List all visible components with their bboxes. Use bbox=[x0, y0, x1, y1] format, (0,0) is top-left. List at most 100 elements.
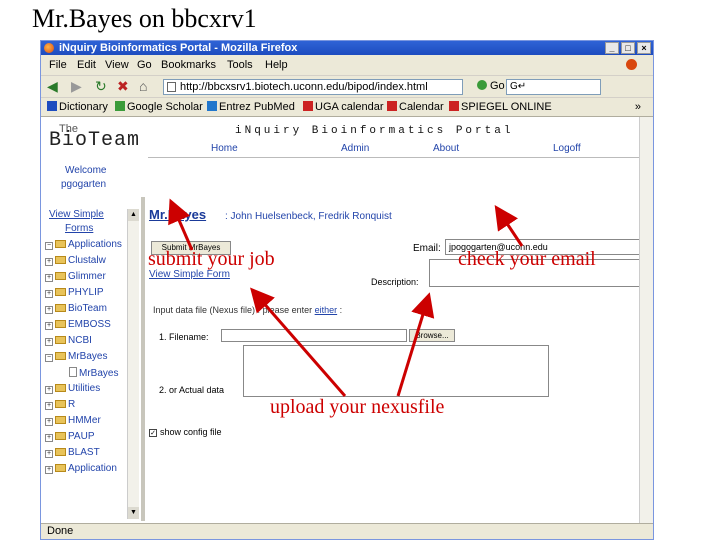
bookmark-label: UGA calendar bbox=[315, 101, 384, 113]
menu-bar: File Edit View Go Bookmarks Tools Help bbox=[41, 55, 653, 75]
nav-logoff[interactable]: Logoff bbox=[553, 143, 581, 154]
bookmark-label: Entrez PubMed bbox=[219, 101, 295, 113]
frame-divider[interactable] bbox=[141, 197, 145, 521]
tree-item-applications[interactable]: − Applications bbox=[45, 239, 122, 251]
tree-item-bioteam[interactable]: + BioTeam bbox=[45, 303, 107, 315]
bookmark-label: Google Scholar bbox=[127, 101, 203, 113]
callout-submit: submit your job bbox=[148, 248, 275, 270]
nav-about[interactable]: About bbox=[433, 143, 459, 154]
bookmark-icon bbox=[207, 101, 217, 111]
status-bar: Done bbox=[41, 523, 653, 539]
forward-icon[interactable]: ▶ bbox=[71, 79, 82, 93]
page-scrollbar[interactable] bbox=[639, 117, 653, 523]
maximize-button[interactable]: □ bbox=[621, 42, 635, 54]
tree-item-blast[interactable]: + BLAST bbox=[45, 447, 100, 459]
bookmark-label: Dictionary bbox=[59, 101, 108, 113]
actual-data-textarea[interactable] bbox=[243, 345, 549, 397]
search-input[interactable]: G↵ bbox=[506, 79, 601, 95]
tree-item-utilities[interactable]: + Utilities bbox=[45, 383, 100, 395]
bookmark-google-scholar[interactable]: Google Scholar bbox=[115, 101, 203, 113]
go-button[interactable]: Go bbox=[477, 80, 505, 92]
window-title: iNquiry Bioinformatics Portal - Mozilla … bbox=[59, 42, 298, 54]
menu-edit[interactable]: Edit bbox=[77, 59, 96, 71]
tree-item-application[interactable]: + Application bbox=[45, 463, 117, 475]
tree-item-hmmer[interactable]: + HMMer bbox=[45, 415, 101, 427]
bookmark-icon bbox=[47, 101, 57, 111]
bioteam-logo: BioTeam bbox=[49, 129, 141, 152]
program-title[interactable]: Mr.Bayes bbox=[149, 207, 206, 222]
email-label: Email: bbox=[413, 243, 441, 254]
reload-icon[interactable]: ↻ bbox=[95, 79, 107, 93]
tree-item-emboss[interactable]: + EMBOSS bbox=[45, 319, 111, 331]
nav-admin[interactable]: Admin bbox=[341, 143, 369, 154]
show-config-checkbox[interactable]: ✓ show config file bbox=[149, 427, 222, 437]
program-authors: : John Huelsenbeck, Fredrik Ronquist bbox=[225, 211, 392, 222]
home-icon[interactable]: ⌂ bbox=[139, 79, 147, 93]
tree-item-mrbayes-folder[interactable]: − MrBayes bbox=[45, 351, 107, 363]
sidebar-tree: View Simple Forms − Applications + Clustal… bbox=[41, 209, 139, 519]
forms-link[interactable]: Forms bbox=[65, 223, 93, 234]
browser-window: iNquiry Bioinformatics Portal - Mozilla … bbox=[40, 40, 654, 540]
tree-item-phylip[interactable]: + PHYLIP bbox=[45, 287, 104, 299]
stop-icon[interactable]: ✖ bbox=[117, 79, 129, 93]
browse-button[interactable]: Browse... bbox=[409, 329, 455, 342]
go-label: Go bbox=[490, 80, 505, 92]
bookmarks-toolbar: Dictionary Google Scholar Entrez PubMed … bbox=[41, 97, 653, 117]
firefox-icon bbox=[44, 43, 54, 53]
scroll-up-icon[interactable]: ▲ bbox=[128, 209, 139, 221]
actual-data-label: 2. or Actual data bbox=[159, 385, 225, 395]
update-badge-icon[interactable] bbox=[626, 59, 637, 70]
slide-title: Mr.Bayes on bbcxrv1 bbox=[32, 4, 257, 33]
menu-tools[interactable]: Tools bbox=[227, 59, 253, 71]
callout-email: check your email bbox=[458, 248, 596, 270]
menu-help[interactable]: Help bbox=[265, 59, 288, 71]
view-simple-link[interactable]: View Simple bbox=[49, 209, 104, 220]
tree-item-mrbayes[interactable]: MrBayes bbox=[69, 367, 118, 379]
sidebar-scrollbar[interactable]: ▲ ▼ bbox=[127, 209, 139, 519]
back-icon[interactable]: ◀ bbox=[47, 79, 58, 93]
either-link[interactable]: either bbox=[315, 305, 338, 315]
bookmark-label: Calendar bbox=[399, 101, 444, 113]
tree-item-clustalw[interactable]: + Clustalw bbox=[45, 255, 106, 267]
minimize-button[interactable]: _ bbox=[605, 42, 619, 54]
tree-item-glimmer[interactable]: + Glimmer bbox=[45, 271, 106, 283]
menu-go[interactable]: Go bbox=[137, 59, 152, 71]
tree-item-paup[interactable]: + PAUP bbox=[45, 431, 95, 443]
scroll-down-icon[interactable]: ▼ bbox=[128, 507, 139, 519]
bookmark-label: SPIEGEL ONLINE bbox=[461, 101, 552, 113]
portal-title: iNquiry Bioinformatics Portal bbox=[235, 125, 514, 137]
go-arrow-icon bbox=[477, 80, 487, 90]
nav-home[interactable]: Home bbox=[211, 143, 238, 154]
filename-field[interactable] bbox=[221, 329, 407, 342]
page-icon bbox=[167, 82, 176, 92]
window-titlebar[interactable]: iNquiry Bioinformatics Portal - Mozilla … bbox=[41, 41, 653, 55]
username: pgogarten bbox=[61, 179, 107, 190]
navigation-toolbar: ◀ ▶ ↻ ✖ ⌂ http://bbcxsrv1.biotech.uconn.… bbox=[41, 75, 653, 97]
checkbox-icon[interactable]: ✓ bbox=[149, 429, 157, 437]
address-text: http://bbcxsrv1.biotech.uconn.edu/bipod/… bbox=[180, 81, 428, 93]
bookmark-dictionary[interactable]: Dictionary bbox=[47, 101, 108, 113]
tree-item-ncbi[interactable]: + NCBI bbox=[45, 335, 92, 347]
description-label: Description: bbox=[371, 277, 419, 287]
bookmarks-more-icon[interactable]: » bbox=[635, 101, 641, 113]
menu-bookmarks[interactable]: Bookmarks bbox=[161, 59, 216, 71]
show-config-label: show config file bbox=[160, 427, 222, 437]
bookmark-icon bbox=[449, 101, 459, 111]
callout-upload: upload your nexusfile bbox=[270, 396, 445, 418]
bookmark-calendar[interactable]: Calendar bbox=[387, 101, 444, 113]
tree-item-r[interactable]: + R bbox=[45, 399, 75, 411]
bookmark-icon bbox=[115, 101, 125, 111]
filename-label: 1. Filename: bbox=[159, 332, 209, 342]
bookmark-icon bbox=[303, 101, 313, 111]
address-bar[interactable]: http://bbcxsrv1.biotech.uconn.edu/bipod/… bbox=[163, 79, 463, 95]
bookmark-entrez-pubmed[interactable]: Entrez PubMed bbox=[207, 101, 295, 113]
bookmark-spiegel-online[interactable]: SPIEGEL ONLINE bbox=[449, 101, 552, 113]
close-button[interactable]: × bbox=[637, 42, 651, 54]
status-text: Done bbox=[47, 525, 74, 537]
input-data-note: Input data file (Nexus file) : please en… bbox=[153, 305, 343, 315]
menu-file[interactable]: File bbox=[49, 59, 67, 71]
bookmark-uga-calendar[interactable]: UGA calendar bbox=[303, 101, 383, 113]
page-content: The BioTeam iNquiry Bioinformatics Porta… bbox=[41, 117, 653, 523]
menu-view[interactable]: View bbox=[105, 59, 129, 71]
nav-divider bbox=[148, 157, 653, 158]
